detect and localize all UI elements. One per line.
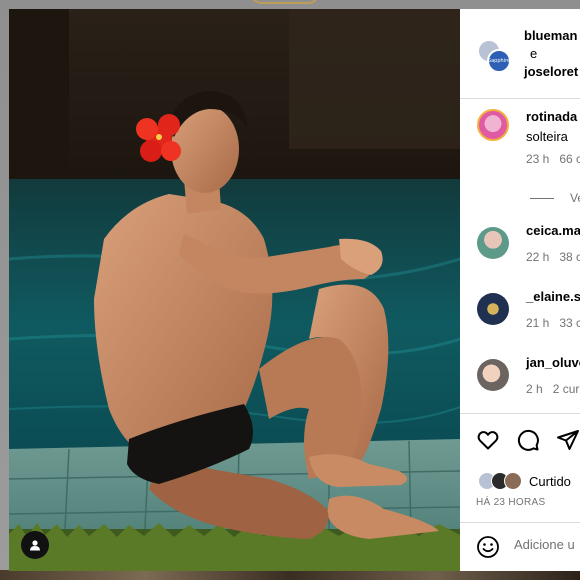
conjunction-text: e: [530, 46, 538, 61]
avatar[interactable]: [477, 293, 509, 325]
comment-time: 22 h: [526, 250, 550, 264]
liked-by-text[interactable]: Curtido: [529, 474, 571, 489]
comment-username[interactable]: _elaine.s: [526, 289, 580, 305]
comment-likes[interactable]: 66 c: [559, 152, 580, 166]
post-modal: Sapphire blueman e joseloret rotinada so…: [9, 9, 580, 571]
comment-item: _elaine.s 21 h 33 c: [460, 289, 580, 349]
view-replies-label: Ve: [570, 191, 580, 205]
username-link[interactable]: blueman: [524, 27, 578, 45]
comment-text: solteira: [526, 129, 568, 144]
divider: [530, 197, 554, 199]
post-photo: [9, 9, 460, 571]
share-icon[interactable]: [556, 428, 580, 452]
comment-username[interactable]: jan_oluve: [526, 355, 580, 371]
background-decoration: [250, 0, 320, 4]
avatar: [504, 472, 522, 490]
collab-avatars[interactable]: Sapphire: [477, 39, 511, 73]
photo-illustration: [9, 9, 460, 571]
heart-icon[interactable]: [476, 428, 500, 452]
header-usernames: blueman e joseloret: [524, 27, 578, 81]
add-comment-bar: [460, 522, 580, 568]
avatar[interactable]: [477, 227, 509, 259]
post-timestamp[interactable]: HÁ 23 HORAS: [476, 497, 545, 508]
comment-item: jan_oluve 2 h 2 cur: [460, 355, 580, 415]
background-strip: [0, 570, 580, 580]
avatar-badge-text: Sapphire: [487, 58, 511, 64]
user-tag-button[interactable]: [21, 531, 49, 559]
avatar[interactable]: [477, 359, 509, 391]
emoji-icon[interactable]: [476, 535, 500, 559]
comment-likes[interactable]: 2 cur: [553, 382, 580, 396]
comment-item: rotinada solteira 23 h 66 c: [460, 103, 580, 166]
liked-by-row[interactable]: Curtido: [478, 472, 571, 490]
post-actions: Curtido HÁ 23 HORAS: [460, 413, 580, 563]
comment-item: ceica.ma 22 h 38 c: [460, 223, 580, 283]
post-header: Sapphire blueman e joseloret: [460, 9, 580, 99]
comment-time: 23 h: [526, 152, 550, 166]
comment-time: 2 h: [526, 382, 543, 396]
avatar[interactable]: Sapphire: [487, 49, 511, 73]
comment-username[interactable]: ceica.ma: [526, 223, 580, 239]
action-icons-row: [476, 428, 580, 452]
comment-likes[interactable]: 38 c: [559, 250, 580, 264]
comment-meta: 22 h 38 c: [526, 249, 580, 265]
username-link[interactable]: joseloret: [524, 63, 578, 81]
comment-input[interactable]: [514, 537, 580, 552]
comment-likes[interactable]: 33 c: [559, 316, 580, 330]
comment-meta: 2 h 2 cur: [526, 381, 580, 397]
post-side-panel: Sapphire blueman e joseloret rotinada so…: [460, 9, 580, 571]
comment-icon[interactable]: [516, 428, 540, 452]
view-replies-link[interactable]: Ve: [530, 191, 580, 205]
comment-time: 21 h: [526, 316, 550, 330]
comment-meta: 23 h 66 c: [526, 151, 580, 167]
avatar[interactable]: [477, 109, 509, 141]
user-tag-icon: [30, 540, 40, 551]
comment-meta: 21 h 33 c: [526, 315, 580, 331]
comment-username[interactable]: rotinada: [526, 109, 580, 125]
